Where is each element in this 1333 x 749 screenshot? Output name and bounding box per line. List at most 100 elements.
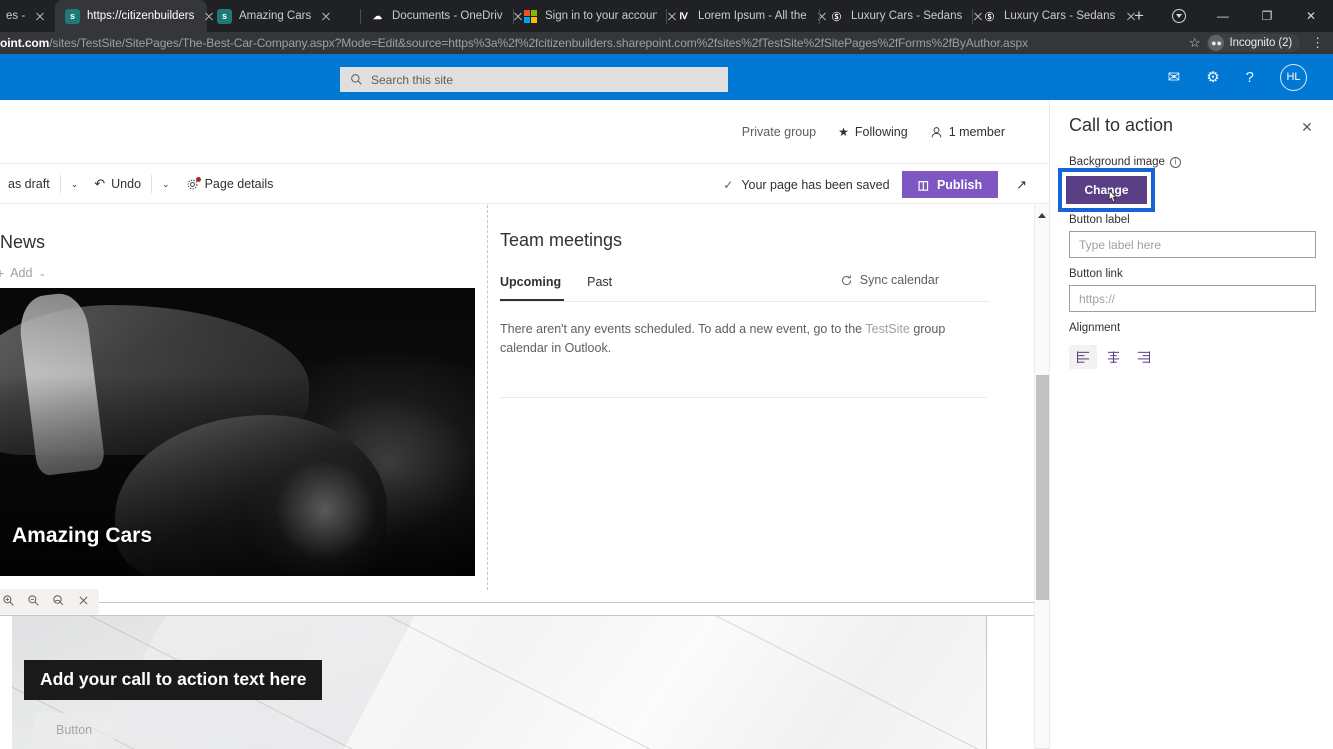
browser-tab-2[interactable]: s Amazing Cars: [207, 0, 361, 32]
site-search-box[interactable]: Search this site: [340, 67, 728, 92]
person-icon: [931, 126, 942, 137]
sync-calendar-button[interactable]: Sync calendar: [840, 273, 939, 287]
minimize-button[interactable]: —: [1201, 0, 1245, 32]
check-icon: ✓: [723, 177, 734, 192]
events-empty-text-1: There aren't any events scheduled. To ad…: [500, 322, 866, 336]
news-card[interactable]: Amazing Cars: [0, 288, 475, 576]
avatar[interactable]: HL: [1280, 63, 1307, 91]
browser-update-icon[interactable]: [1157, 0, 1201, 32]
following-button[interactable]: ★ Following: [838, 125, 908, 139]
background-image-label-text: Background image: [1069, 156, 1165, 168]
canvas-scrollbar[interactable]: [1034, 205, 1050, 749]
save-options-chevron[interactable]: ⌄: [63, 168, 87, 200]
tab-close-icon[interactable]: [318, 8, 334, 24]
undo-options-chevron[interactable]: ⌄: [154, 168, 178, 200]
pane-title: Call to action: [1069, 115, 1174, 135]
window-controls: — ❐ ✕: [1157, 0, 1333, 32]
browser-tab-3[interactable]: ☁ Documents - OneDriv: [360, 0, 514, 32]
address-bar-actions: ☆ ●● Incognito (2) ⋮: [1189, 32, 1329, 54]
events-empty-state: There aren't any events scheduled. To ad…: [500, 320, 987, 398]
mercedes-icon: Ⓢ: [831, 11, 841, 22]
align-right-icon[interactable]: [1129, 345, 1157, 369]
site-header: Private group ★ Following 1 member: [0, 100, 1049, 164]
news-add-label: Add: [10, 266, 33, 280]
address-bar[interactable]: oint.com/sites/TestSite/SitePages/The-Be…: [0, 32, 1333, 54]
button-label-input[interactable]: Type label here: [1069, 231, 1316, 258]
command-divider: [59, 175, 61, 193]
page-canvas: News + Add ⌄ Amazing Cars Team meetings …: [0, 205, 1034, 749]
feedback-megaphone-icon[interactable]: ✉: [1168, 70, 1181, 85]
info-icon[interactable]: i: [1169, 156, 1181, 168]
zoom-out-icon[interactable]: [25, 594, 42, 610]
tab-title: Luxury Cars - Sedans,: [851, 10, 963, 22]
search-icon: [351, 74, 362, 85]
tab-title: https://citizenbuilders: [87, 10, 195, 22]
save-status: ✓ Your page has been saved: [723, 178, 889, 192]
tab-strip: es - s https://citizenbuilders s Amazing…: [0, 0, 1333, 32]
sync-calendar-label: Sync calendar: [859, 273, 939, 287]
plus-icon: +: [0, 265, 5, 281]
gear-icon: [186, 176, 201, 191]
browser-tab-7[interactable]: Ⓢ Luxury Cars - Sedans,: [972, 0, 1125, 32]
browser-tab-6[interactable]: Ⓢ Luxury Cars - Sedans,: [819, 0, 973, 32]
profile-label: Incognito (2): [1229, 37, 1293, 49]
close-window-button[interactable]: ✕: [1289, 0, 1333, 32]
alignment-group: [1069, 345, 1157, 369]
button-label-label: Button label: [1069, 214, 1130, 226]
cta-button[interactable]: Button: [34, 713, 115, 747]
browser-tab-0[interactable]: es -: [0, 0, 56, 32]
site-search-placeholder: Search this site: [371, 72, 454, 87]
undo-label: Undo: [111, 177, 142, 191]
members-label: 1 member: [948, 125, 1005, 139]
close-icon[interactable]: [75, 594, 92, 610]
align-left-icon[interactable]: [1069, 345, 1097, 369]
browser-window: es - s https://citizenbuilders s Amazing…: [0, 0, 1333, 749]
tab-close-icon[interactable]: [32, 8, 48, 24]
following-label: Following: [854, 125, 908, 139]
browser-tab-1[interactable]: s https://citizenbuilders: [55, 0, 207, 32]
cta-text[interactable]: Add your call to action text here: [24, 660, 323, 700]
fit-zoom-icon[interactable]: [50, 594, 67, 610]
onedrive-icon: ☁: [373, 10, 382, 21]
tab-title: Documents - OneDriv: [392, 10, 503, 22]
browser-tab-5[interactable]: Ⅳ Lorem Ipsum - All the: [666, 0, 820, 32]
browser-menu-icon[interactable]: ⋮: [1306, 35, 1329, 51]
publish-button[interactable]: ◫ Publish: [901, 171, 999, 198]
pane-close-button[interactable]: ✕: [1297, 117, 1317, 137]
scrollbar-thumb[interactable]: [1036, 375, 1049, 600]
bookmark-star-icon[interactable]: ☆: [1189, 35, 1201, 51]
help-icon[interactable]: ?: [1246, 70, 1254, 85]
news-card-title: Amazing Cars: [12, 524, 153, 547]
tab-upcoming[interactable]: Upcoming: [500, 275, 561, 291]
address-bar-url: oint.com/sites/TestSite/SitePages/The-Be…: [0, 36, 1028, 50]
change-background-image-button[interactable]: Change: [1066, 176, 1147, 204]
button-link-input[interactable]: https://: [1069, 285, 1316, 312]
zoom-in-icon[interactable]: [0, 594, 17, 610]
expand-icon[interactable]: ↗: [1010, 177, 1033, 193]
align-center-icon[interactable]: [1099, 345, 1127, 369]
events-tablist: Upcoming Past Sync calendar: [500, 273, 990, 302]
gear-icon[interactable]: ⚙: [1206, 70, 1219, 85]
command-divider: [151, 175, 153, 193]
events-site-link[interactable]: TestSite: [865, 322, 909, 336]
publish-label: Publish: [936, 177, 983, 192]
profile-chip[interactable]: ●● Incognito (2): [1206, 34, 1301, 52]
maximize-button[interactable]: ❐: [1245, 0, 1289, 32]
scroll-up-arrow-icon[interactable]: [1038, 213, 1046, 218]
browser-tab-4[interactable]: Sign in to your accoun: [513, 0, 667, 32]
url-path: /sites/TestSite/SitePages/The-Best-Car-C…: [49, 36, 1029, 50]
page-details-button[interactable]: Page details: [178, 168, 282, 200]
news-add-button[interactable]: + Add ⌄: [0, 265, 46, 281]
alignment-label: Alignment: [1069, 322, 1121, 334]
tab-past[interactable]: Past: [587, 275, 612, 291]
call-to-action-webpart[interactable]: Add your call to action text here Button: [12, 616, 987, 749]
incognito-icon: ●●: [1208, 35, 1225, 51]
save-status-label: Your page has been saved: [741, 177, 890, 192]
events-webpart: Team meetings Upcoming Past Sync calenda…: [500, 205, 990, 398]
undo-button[interactable]: ↶ Undo: [86, 168, 149, 200]
tab-close-icon[interactable]: [1123, 8, 1139, 24]
save-as-draft-button[interactable]: as draft: [0, 168, 58, 200]
events-heading: Team meetings: [500, 230, 623, 250]
background-image-label: Background image i: [1069, 156, 1181, 168]
members-button[interactable]: 1 member: [930, 125, 1005, 139]
